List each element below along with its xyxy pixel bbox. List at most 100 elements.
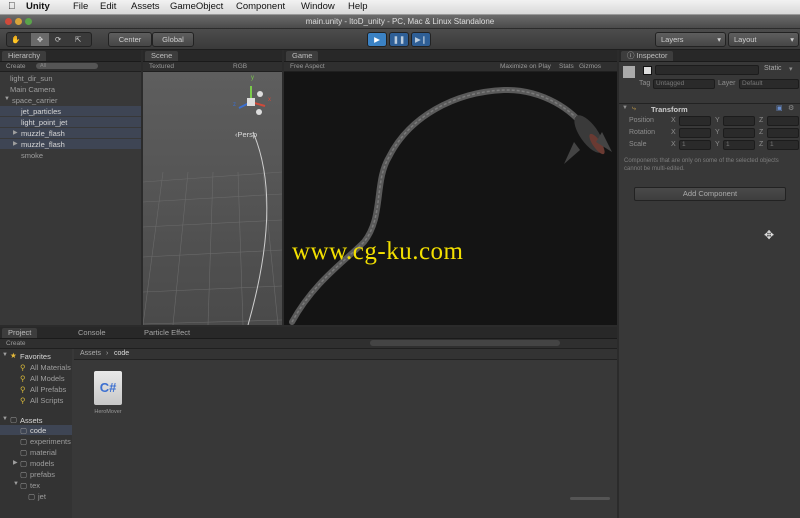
game-aspect-dropdown[interactable]: Free Aspect [290, 62, 325, 71]
scene-persp-label[interactable]: ‹Persp [235, 130, 257, 139]
menu-help[interactable]: Help [348, 1, 368, 12]
hierarchy-item[interactable]: jet_particles [21, 107, 61, 116]
space-global-toggle[interactable]: Global [152, 32, 194, 47]
expand-arrow-icon[interactable]: ▶ [13, 459, 18, 466]
expand-arrow-icon[interactable]: ▶ [13, 129, 18, 136]
breadcrumb-code[interactable]: code [114, 349, 129, 359]
expand-arrow-icon[interactable]: ▼ [2, 352, 8, 358]
rotation-x-field[interactable] [679, 128, 711, 138]
hand-tool-icon[interactable]: ✋ [11, 33, 20, 46]
menu-file[interactable]: File [73, 1, 88, 12]
position-y-field[interactable] [723, 116, 755, 126]
folder-item[interactable]: tex [30, 481, 40, 490]
menu-edit[interactable]: Edit [100, 1, 116, 12]
scene-orientation-gizmo[interactable] [231, 80, 273, 122]
hierarchy-item[interactable]: Main Camera [10, 85, 55, 94]
project-create-button[interactable]: Create [6, 339, 26, 348]
scale-x-field[interactable]: 1 [679, 140, 711, 150]
tab-hierarchy-label: Hierarchy [8, 51, 41, 60]
move-tool-icon[interactable]: ✥ [31, 33, 49, 46]
hierarchy-item[interactable]: light_point_jet [21, 118, 67, 127]
layout-dropdown[interactable]: Layout ▾ [728, 32, 799, 47]
tab-game[interactable]: Game [286, 51, 319, 61]
gizmos-dropdown[interactable]: Gizmos [579, 62, 601, 71]
project-search-input[interactable] [370, 340, 560, 346]
hierarchy-item[interactable]: muzzle_flash [21, 129, 65, 138]
help-book-icon[interactable]: ▣ [776, 104, 783, 112]
rotation-y-field[interactable] [723, 128, 755, 138]
tab-hierarchy[interactable]: Hierarchy [2, 51, 47, 61]
chevron-down-icon: ▾ [790, 35, 794, 44]
expand-arrow-icon[interactable]: ▼ [2, 416, 8, 422]
rotation-z-field[interactable] [767, 128, 799, 138]
menu-gameobject[interactable]: GameObject [170, 1, 223, 12]
favorite-item[interactable]: All Scripts [30, 396, 63, 405]
tab-inspector[interactable]: ⓘ Inspector [621, 51, 674, 61]
scene-render-dropdown[interactable]: RGB [233, 62, 247, 71]
expand-arrow-icon[interactable]: ▼ [4, 96, 10, 102]
minimize-window-icon[interactable] [15, 18, 22, 25]
stats-toggle[interactable]: Stats [559, 62, 574, 71]
breadcrumb-assets[interactable]: Assets [80, 349, 101, 359]
active-checkbox[interactable] [643, 66, 652, 75]
axis-x-label: X [671, 117, 676, 124]
menu-component[interactable]: Component [236, 1, 285, 12]
menu-app-unity[interactable]: Unity [26, 1, 50, 12]
scene-shading-dropdown[interactable]: Textured [149, 62, 174, 71]
hierarchy-search-input[interactable]: All [36, 63, 98, 69]
favorite-item[interactable]: All Prefabs [30, 385, 66, 394]
hierarchy-item[interactable]: smoke [21, 151, 43, 160]
scale-z-field[interactable]: 1 [767, 140, 799, 150]
name-field[interactable] [655, 65, 759, 75]
folder-item[interactable]: prefabs [30, 470, 55, 479]
pause-button[interactable]: ❚❚ [389, 32, 409, 47]
position-x-field[interactable] [679, 116, 711, 126]
menu-window[interactable]: Window [301, 1, 335, 12]
favorite-item[interactable]: All Materials [30, 363, 71, 372]
hierarchy-create-button[interactable]: Create [6, 62, 26, 71]
layer-dropdown[interactable]: Default [739, 79, 799, 89]
component-foldout-icon[interactable]: ▼ [622, 105, 628, 111]
tab-scene[interactable]: Scene [145, 51, 179, 61]
game-tabbar: Game [284, 50, 617, 62]
tab-project[interactable]: Project [2, 328, 38, 338]
axis-z-label: Z [759, 117, 764, 124]
scale-y-field[interactable]: 1 [723, 140, 755, 150]
tab-particle-effect[interactable]: Particle Effect [138, 328, 196, 338]
favorite-item[interactable]: All Models [30, 374, 65, 383]
apple-menu-icon[interactable]:  [8, 1, 16, 12]
pivot-center-toggle[interactable]: Center [108, 32, 152, 47]
rotate-tool-icon[interactable]: ⟳ [55, 33, 61, 46]
assets-label[interactable]: Assets [20, 416, 43, 425]
tab-console[interactable]: Console [72, 328, 112, 338]
hierarchy-item[interactable]: muzzle_flash [21, 140, 65, 149]
scale-tool-icon[interactable]: ⇱ [75, 33, 81, 46]
maximize-on-play-toggle[interactable]: Maximize on Play [500, 62, 551, 71]
expand-arrow-icon[interactable]: ▼ [13, 481, 19, 487]
position-z-field[interactable] [767, 116, 799, 126]
folder-item[interactable]: jet [38, 492, 46, 501]
close-window-icon[interactable] [5, 18, 12, 25]
folder-item[interactable]: models [30, 459, 54, 468]
folder-item[interactable]: experiments [30, 437, 71, 446]
add-component-button[interactable]: Add Component [634, 187, 786, 201]
folder-icon: ▢ [28, 492, 36, 501]
menu-assets[interactable]: Assets [131, 1, 160, 12]
zoom-window-icon[interactable] [25, 18, 32, 25]
asset-file-name[interactable]: HeroMover [86, 409, 130, 415]
step-button[interactable]: ▶❙ [411, 32, 431, 47]
folder-item[interactable]: code [30, 426, 46, 435]
component-gear-icon[interactable]: ⚙ [788, 104, 794, 112]
hierarchy-item[interactable]: space_carrier [12, 96, 57, 105]
folder-item[interactable]: material [30, 448, 57, 457]
game-subbar: Free Aspect Maximize on Play Stats Gizmo… [284, 62, 617, 72]
expand-arrow-icon[interactable]: ▶ [13, 140, 18, 147]
csharp-script-icon[interactable]: C# [94, 371, 122, 405]
hierarchy-item[interactable]: light_dir_sun [10, 74, 53, 83]
favorites-label[interactable]: Favorites [20, 352, 51, 361]
play-button[interactable]: ▶ [367, 32, 387, 47]
icon-size-slider[interactable] [570, 497, 610, 500]
tag-dropdown[interactable]: Untagged [653, 79, 715, 89]
static-dropdown-icon[interactable]: ▾ [789, 65, 793, 73]
layers-dropdown[interactable]: Layers ▾ [655, 32, 726, 47]
